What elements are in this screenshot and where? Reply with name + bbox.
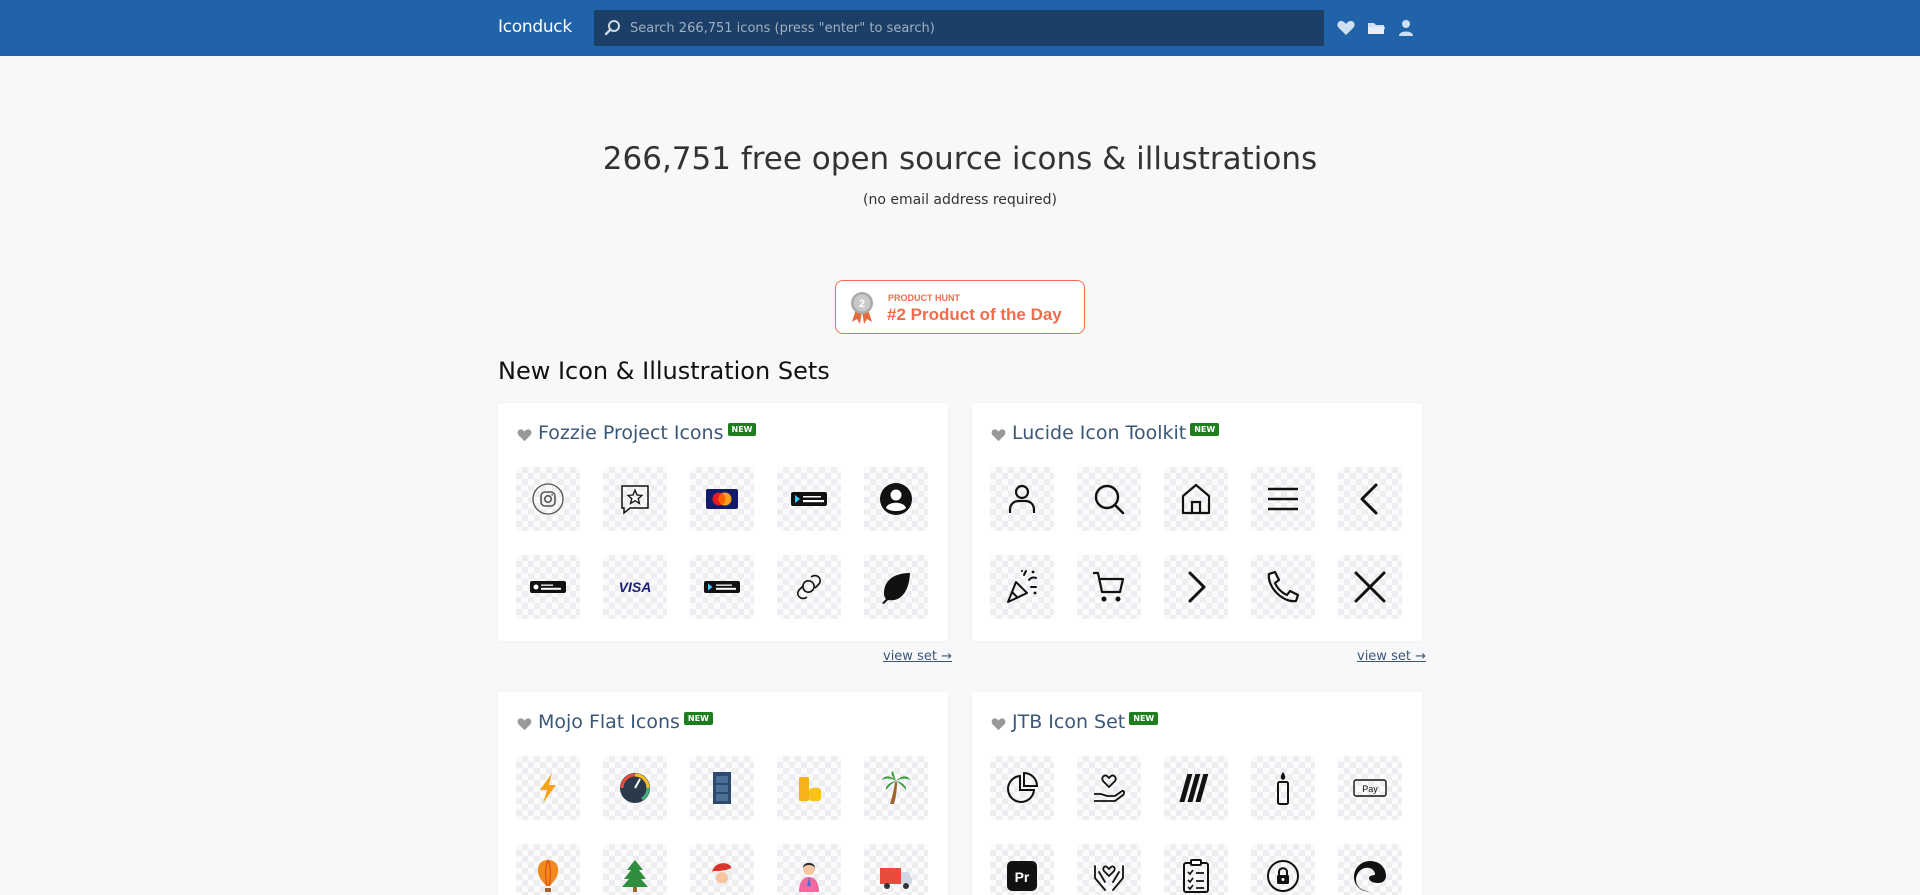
favorite-heart-icon[interactable] <box>517 717 532 731</box>
premiere-pro-icon[interactable]: Pr <box>990 844 1054 895</box>
product-hunt-title: #2 Product of the Day <box>887 305 1062 324</box>
visa-icon[interactable]: VISA <box>603 555 667 619</box>
set-name: Lucide Icon Toolkit <box>1012 422 1187 444</box>
home-icon[interactable] <box>1164 467 1228 531</box>
new-badge: NEW <box>1190 423 1220 436</box>
medal-icon: 2 <box>851 292 873 324</box>
user-icon[interactable] <box>990 467 1054 531</box>
speedometer-icon[interactable] <box>603 756 667 820</box>
product-hunt-label: PRODUCT HUNT <box>888 293 960 303</box>
clipboard-checklist-icon[interactable] <box>1164 844 1228 895</box>
search-icon[interactable] <box>1077 467 1141 531</box>
icon-set-card: Fozzie Project Icons NEW VISA <box>498 403 948 641</box>
favorite-heart-icon[interactable] <box>991 717 1006 731</box>
close-icon[interactable] <box>1338 555 1402 619</box>
user-icon[interactable] <box>1396 18 1416 38</box>
header-inner: Iconduck <box>498 0 1422 56</box>
set-title[interactable]: Fozzie Project Icons NEW <box>538 422 757 444</box>
header-actions <box>1336 18 1416 38</box>
chevron-left-icon[interactable] <box>1338 467 1402 531</box>
heart-icon[interactable] <box>1336 18 1356 38</box>
leaf-icon[interactable] <box>864 555 928 619</box>
search-icon <box>604 20 620 36</box>
icon-grid: VISA <box>516 467 930 619</box>
new-badge: NEW <box>727 423 757 436</box>
favorite-heart-icon[interactable] <box>517 428 532 442</box>
star-chat-icon[interactable] <box>603 467 667 531</box>
new-badge: NEW <box>683 712 713 725</box>
mastercard-icon[interactable] <box>690 467 754 531</box>
icon-grid <box>990 467 1404 619</box>
top-navigation-bar: Iconduck <box>0 0 1920 56</box>
svg-text:Pay: Pay <box>1362 784 1378 794</box>
search-box[interactable] <box>594 10 1324 46</box>
new-badge: NEW <box>1129 712 1159 725</box>
set-title[interactable]: JTB Icon Set NEW <box>1012 711 1159 733</box>
page-title: 266,751 free open source icons & illustr… <box>602 141 1318 177</box>
delivery-truck-icon[interactable] <box>864 844 928 895</box>
set-title[interactable]: Mojo Flat Icons NEW <box>538 711 713 733</box>
set-title[interactable]: Lucide Icon Toolkit NEW <box>1012 422 1220 444</box>
hand-heart-icon[interactable] <box>1077 756 1141 820</box>
view-set-link[interactable]: view set → <box>883 649 952 664</box>
svg-text:VISA: VISA <box>619 579 652 595</box>
party-popper-icon[interactable] <box>990 555 1054 619</box>
miro-logo-icon[interactable] <box>1164 756 1228 820</box>
candle-icon[interactable] <box>1251 756 1315 820</box>
instagram-icon[interactable] <box>516 467 580 531</box>
person-icon[interactable] <box>777 844 841 895</box>
icon-grid <box>516 756 930 895</box>
brand-logo[interactable]: Iconduck <box>498 17 572 37</box>
icon-set-card: Lucide Icon Toolkit NEW <box>972 403 1422 641</box>
set-name: Fozzie Project Icons <box>538 422 724 444</box>
icon-set-card: Mojo Flat Icons NEW <box>498 692 948 895</box>
medal-number: 2 <box>859 298 865 310</box>
film-strip-icon[interactable] <box>690 756 754 820</box>
shopping-cart-icon[interactable] <box>1077 555 1141 619</box>
google-play-badge-icon[interactable] <box>690 555 754 619</box>
page-subtitle: (no email address required) <box>863 192 1057 208</box>
svg-text:Pr: Pr <box>1015 869 1030 885</box>
hands-heart-icon[interactable] <box>1077 844 1141 895</box>
set-name: JTB Icon Set <box>1012 711 1126 733</box>
search-input[interactable] <box>630 10 1310 46</box>
app-store-badge-icon[interactable] <box>516 555 580 619</box>
folder-icon[interactable] <box>1366 18 1386 38</box>
google-play-badge-icon[interactable] <box>777 467 841 531</box>
set-name: Mojo Flat Icons <box>538 711 680 733</box>
chevron-right-icon[interactable] <box>1164 555 1228 619</box>
coins-icon[interactable] <box>777 756 841 820</box>
icon-grid: Pay Pr <box>990 756 1404 895</box>
icon-set-card: JTB Icon Set NEW Pay Pr <box>972 692 1422 895</box>
chain-link-icon[interactable] <box>777 555 841 619</box>
menu-icon[interactable] <box>1251 467 1315 531</box>
santa-icon[interactable] <box>690 844 754 895</box>
section-title: New Icon & Illustration Sets <box>498 357 830 385</box>
view-set-link[interactable]: view set → <box>1357 649 1426 664</box>
user-circle-icon[interactable] <box>864 467 928 531</box>
hot-air-balloon-icon[interactable] <box>516 844 580 895</box>
lightning-icon[interactable] <box>516 756 580 820</box>
palm-tree-icon[interactable] <box>864 756 928 820</box>
product-hunt-badge[interactable]: 2 PRODUCT HUNT #2 Product of the Day <box>835 280 1085 334</box>
christmas-tree-icon[interactable] <box>603 844 667 895</box>
apple-pay-icon[interactable]: Pay <box>1338 756 1402 820</box>
lock-circle-icon[interactable] <box>1251 844 1315 895</box>
pie-chart-icon[interactable] <box>990 756 1054 820</box>
phone-icon[interactable] <box>1251 555 1315 619</box>
edge-browser-icon[interactable] <box>1338 844 1402 895</box>
favorite-heart-icon[interactable] <box>991 428 1006 442</box>
